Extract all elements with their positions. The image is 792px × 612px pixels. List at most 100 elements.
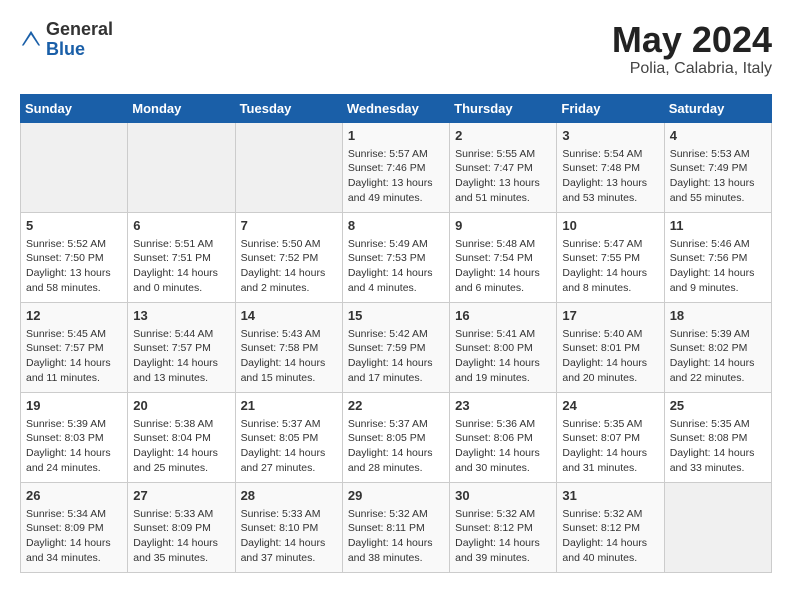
day-number: 11 xyxy=(670,217,766,235)
day-number: 24 xyxy=(562,397,658,415)
day-number: 15 xyxy=(348,307,444,325)
day-cell: 11 Sunrise: 5:46 AMSunset: 7:56 PMDayligh… xyxy=(664,212,771,302)
day-cell: 30 Sunrise: 5:32 AMSunset: 8:12 PMDayligh… xyxy=(450,482,557,572)
title-block: May 2024 Polia, Calabria, Italy xyxy=(612,20,772,78)
day-info: Sunrise: 5:48 AMSunset: 7:54 PMDaylight:… xyxy=(455,237,551,296)
day-cell xyxy=(128,122,235,212)
week-row-2: 5 Sunrise: 5:52 AMSunset: 7:50 PMDaylight… xyxy=(21,212,772,302)
day-info: Sunrise: 5:42 AMSunset: 7:59 PMDaylight:… xyxy=(348,327,444,386)
day-number: 8 xyxy=(348,217,444,235)
day-cell: 24 Sunrise: 5:35 AMSunset: 8:07 PMDayligh… xyxy=(557,392,664,482)
day-number: 2 xyxy=(455,127,551,145)
day-number: 20 xyxy=(133,397,229,415)
day-info: Sunrise: 5:41 AMSunset: 8:00 PMDaylight:… xyxy=(455,327,551,386)
day-cell: 19 Sunrise: 5:39 AMSunset: 8:03 PMDayligh… xyxy=(21,392,128,482)
day-number: 10 xyxy=(562,217,658,235)
day-info: Sunrise: 5:37 AMSunset: 8:05 PMDaylight:… xyxy=(348,417,444,476)
day-cell: 31Sunrise: 5:32 AMSunset: 8:12 PMDayligh… xyxy=(557,482,664,572)
weekday-thursday: Thursday xyxy=(450,94,557,122)
day-info: Sunrise: 5:33 AMSunset: 8:10 PMDaylight:… xyxy=(241,507,337,566)
day-cell: 2Sunrise: 5:55 AMSunset: 7:47 PMDaylight… xyxy=(450,122,557,212)
day-cell: 7 Sunrise: 5:50 AMSunset: 7:52 PMDaylight… xyxy=(235,212,342,302)
logo: General Blue xyxy=(20,20,113,60)
day-info: Sunrise: 5:34 AMSunset: 8:09 PMDaylight:… xyxy=(26,507,122,566)
day-number: 6 xyxy=(133,217,229,235)
page-header: General Blue May 2024 Polia, Calabria, I… xyxy=(20,20,772,78)
day-info: Sunrise: 5:32 AMSunset: 8:12 PMDaylight:… xyxy=(455,507,551,566)
day-number: 12 xyxy=(26,307,122,325)
week-row-4: 19 Sunrise: 5:39 AMSunset: 8:03 PMDayligh… xyxy=(21,392,772,482)
weekday-wednesday: Wednesday xyxy=(342,94,449,122)
day-cell: 4Sunrise: 5:53 AMSunset: 7:49 PMDaylight… xyxy=(664,122,771,212)
day-cell: 17 Sunrise: 5:40 AMSunset: 8:01 PMDayligh… xyxy=(557,302,664,392)
day-info: Sunrise: 5:52 AMSunset: 7:50 PMDaylight:… xyxy=(26,237,122,296)
day-cell: 21Sunrise: 5:37 AMSunset: 8:05 PMDayligh… xyxy=(235,392,342,482)
day-cell: 1Sunrise: 5:57 AMSunset: 7:46 PMDaylight… xyxy=(342,122,449,212)
day-info: Sunrise: 5:46 AMSunset: 7:56 PMDaylight:… xyxy=(670,237,766,296)
month-title: May 2024 xyxy=(612,20,772,60)
day-info: Sunrise: 5:40 AMSunset: 8:01 PMDaylight:… xyxy=(562,327,658,386)
day-cell: 8Sunrise: 5:49 AMSunset: 7:53 PMDaylight… xyxy=(342,212,449,302)
weekday-sunday: Sunday xyxy=(21,94,128,122)
day-number: 14 xyxy=(241,307,337,325)
week-row-3: 12 Sunrise: 5:45 AMSunset: 7:57 PMDayligh… xyxy=(21,302,772,392)
weekday-saturday: Saturday xyxy=(664,94,771,122)
day-cell: 6 Sunrise: 5:51 AMSunset: 7:51 PMDaylight… xyxy=(128,212,235,302)
day-info: Sunrise: 5:39 AMSunset: 8:02 PMDaylight:… xyxy=(670,327,766,386)
day-cell: 28 Sunrise: 5:33 AMSunset: 8:10 PMDayligh… xyxy=(235,482,342,572)
day-cell: 23 Sunrise: 5:36 AMSunset: 8:06 PMDayligh… xyxy=(450,392,557,482)
day-number: 30 xyxy=(455,487,551,505)
day-number: 22 xyxy=(348,397,444,415)
day-cell: 12 Sunrise: 5:45 AMSunset: 7:57 PMDayligh… xyxy=(21,302,128,392)
day-number: 28 xyxy=(241,487,337,505)
day-info: Sunrise: 5:43 AMSunset: 7:58 PMDaylight:… xyxy=(241,327,337,386)
logo-general-text: General xyxy=(46,19,113,39)
day-info: Sunrise: 5:47 AMSunset: 7:55 PMDaylight:… xyxy=(562,237,658,296)
day-number: 5 xyxy=(26,217,122,235)
day-cell: 16 Sunrise: 5:41 AMSunset: 8:00 PMDayligh… xyxy=(450,302,557,392)
day-cell: 29 Sunrise: 5:32 AMSunset: 8:11 PMDayligh… xyxy=(342,482,449,572)
day-number: 29 xyxy=(348,487,444,505)
day-cell: 25Sunrise: 5:35 AMSunset: 8:08 PMDayligh… xyxy=(664,392,771,482)
logo-icon xyxy=(20,29,42,51)
location-subtitle: Polia, Calabria, Italy xyxy=(612,60,772,78)
day-number: 13 xyxy=(133,307,229,325)
calendar-table: SundayMondayTuesdayWednesdayThursdayFrid… xyxy=(20,94,772,573)
calendar-body: 1Sunrise: 5:57 AMSunset: 7:46 PMDaylight… xyxy=(21,122,772,572)
week-row-1: 1Sunrise: 5:57 AMSunset: 7:46 PMDaylight… xyxy=(21,122,772,212)
day-number: 1 xyxy=(348,127,444,145)
day-number: 3 xyxy=(562,127,658,145)
day-cell xyxy=(21,122,128,212)
day-number: 9 xyxy=(455,217,551,235)
day-number: 16 xyxy=(455,307,551,325)
day-number: 17 xyxy=(562,307,658,325)
day-cell: 27Sunrise: 5:33 AMSunset: 8:09 PMDayligh… xyxy=(128,482,235,572)
day-cell: 26 Sunrise: 5:34 AMSunset: 8:09 PMDayligh… xyxy=(21,482,128,572)
day-cell: 15 Sunrise: 5:42 AMSunset: 7:59 PMDayligh… xyxy=(342,302,449,392)
day-cell: 10 Sunrise: 5:47 AMSunset: 7:55 PMDayligh… xyxy=(557,212,664,302)
weekday-monday: Monday xyxy=(128,94,235,122)
day-info: Sunrise: 5:35 AMSunset: 8:08 PMDaylight:… xyxy=(670,417,766,476)
day-cell xyxy=(664,482,771,572)
day-info: Sunrise: 5:37 AMSunset: 8:05 PMDaylight:… xyxy=(241,417,337,476)
day-info: Sunrise: 5:51 AMSunset: 7:51 PMDaylight:… xyxy=(133,237,229,296)
day-number: 26 xyxy=(26,487,122,505)
day-cell: 22 Sunrise: 5:37 AMSunset: 8:05 PMDayligh… xyxy=(342,392,449,482)
day-info: Sunrise: 5:45 AMSunset: 7:57 PMDaylight:… xyxy=(26,327,122,386)
day-info: Sunrise: 5:50 AMSunset: 7:52 PMDaylight:… xyxy=(241,237,337,296)
day-number: 18 xyxy=(670,307,766,325)
day-info: Sunrise: 5:32 AMSunset: 8:12 PMDaylight:… xyxy=(562,507,658,566)
weekday-header-row: SundayMondayTuesdayWednesdayThursdayFrid… xyxy=(21,94,772,122)
day-number: 7 xyxy=(241,217,337,235)
day-info: Sunrise: 5:35 AMSunset: 8:07 PMDaylight:… xyxy=(562,417,658,476)
day-info: Sunrise: 5:36 AMSunset: 8:06 PMDaylight:… xyxy=(455,417,551,476)
day-info: Sunrise: 5:32 AMSunset: 8:11 PMDaylight:… xyxy=(348,507,444,566)
weekday-tuesday: Tuesday xyxy=(235,94,342,122)
day-number: 19 xyxy=(26,397,122,415)
day-info: Sunrise: 5:39 AMSunset: 8:03 PMDaylight:… xyxy=(26,417,122,476)
day-cell xyxy=(235,122,342,212)
day-info: Sunrise: 5:33 AMSunset: 8:09 PMDaylight:… xyxy=(133,507,229,566)
week-row-5: 26 Sunrise: 5:34 AMSunset: 8:09 PMDayligh… xyxy=(21,482,772,572)
day-cell: 9 Sunrise: 5:48 AMSunset: 7:54 PMDaylight… xyxy=(450,212,557,302)
day-number: 23 xyxy=(455,397,551,415)
